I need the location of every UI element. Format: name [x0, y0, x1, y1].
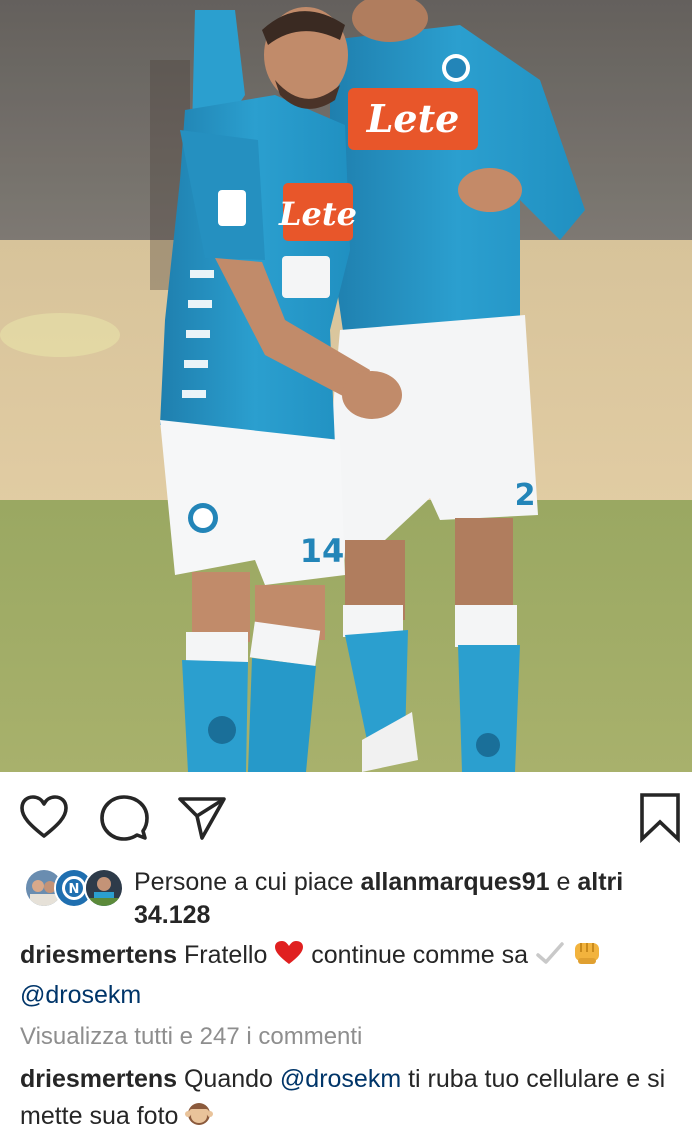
likes-count: 34.128 [134, 901, 211, 929]
comment-button[interactable] [98, 792, 150, 844]
liker-username[interactable]: allanmarques91 [361, 868, 550, 896]
svg-text:Lete: Lete [366, 96, 460, 141]
post-caption: driesmertens Fratello continue comme sa … [20, 937, 680, 1014]
svg-text:N: N [69, 882, 80, 897]
fist-emoji [572, 938, 602, 977]
svg-text:2: 2 [515, 478, 536, 513]
action-bar [0, 772, 692, 862]
view-all-comments-link[interactable]: Visualizza tutti e 247 i commenti [20, 1020, 362, 1054]
caption-username[interactable]: driesmertens [20, 941, 177, 969]
check-mark-emoji [535, 940, 565, 977]
caption-text-after: continue comme sa [311, 941, 529, 969]
svg-text:Lete: Lete [278, 195, 357, 233]
likes-text: Persone a cui piace allanmarques91 e alt… [134, 866, 680, 932]
paper-plane-icon [178, 797, 226, 840]
share-button[interactable] [176, 792, 228, 844]
liker-avatars: N [24, 868, 124, 908]
red-heart-emoji [274, 940, 304, 977]
save-button[interactable] [634, 792, 686, 844]
caption-text-before: Fratello [183, 941, 268, 969]
comment-text-before: Quando [183, 1065, 273, 1093]
avatar [84, 868, 124, 908]
heart-icon [20, 795, 68, 838]
two-footballers-image: Lete 2 Lete 14 [0, 0, 692, 772]
likes-prefix: Persone a cui piace [134, 868, 354, 896]
post-photo[interactable]: Lete 2 Lete 14 [0, 0, 692, 772]
bookmark-icon [640, 793, 680, 844]
svg-text:14: 14 [300, 532, 345, 570]
see-no-evil-monkey-emoji [185, 1101, 214, 1138]
comment-mention[interactable]: @drosekm [280, 1065, 401, 1093]
likes-others-label: altri [577, 868, 624, 896]
likes-connector: e [556, 868, 571, 896]
comment-icon [100, 795, 149, 841]
caption-mention[interactable]: @drosekm [20, 981, 141, 1009]
comment: driesmertens Quando @drosekm ti ruba tuo… [20, 1061, 680, 1138]
likes-summary[interactable]: N Persone a cui piace allanmarques91 e a… [20, 866, 680, 930]
like-button[interactable] [18, 792, 70, 844]
comment-username[interactable]: driesmertens [20, 1065, 177, 1093]
instagram-post: Lete 2 Lete 14 N Persone a cui piace all… [0, 0, 692, 1144]
